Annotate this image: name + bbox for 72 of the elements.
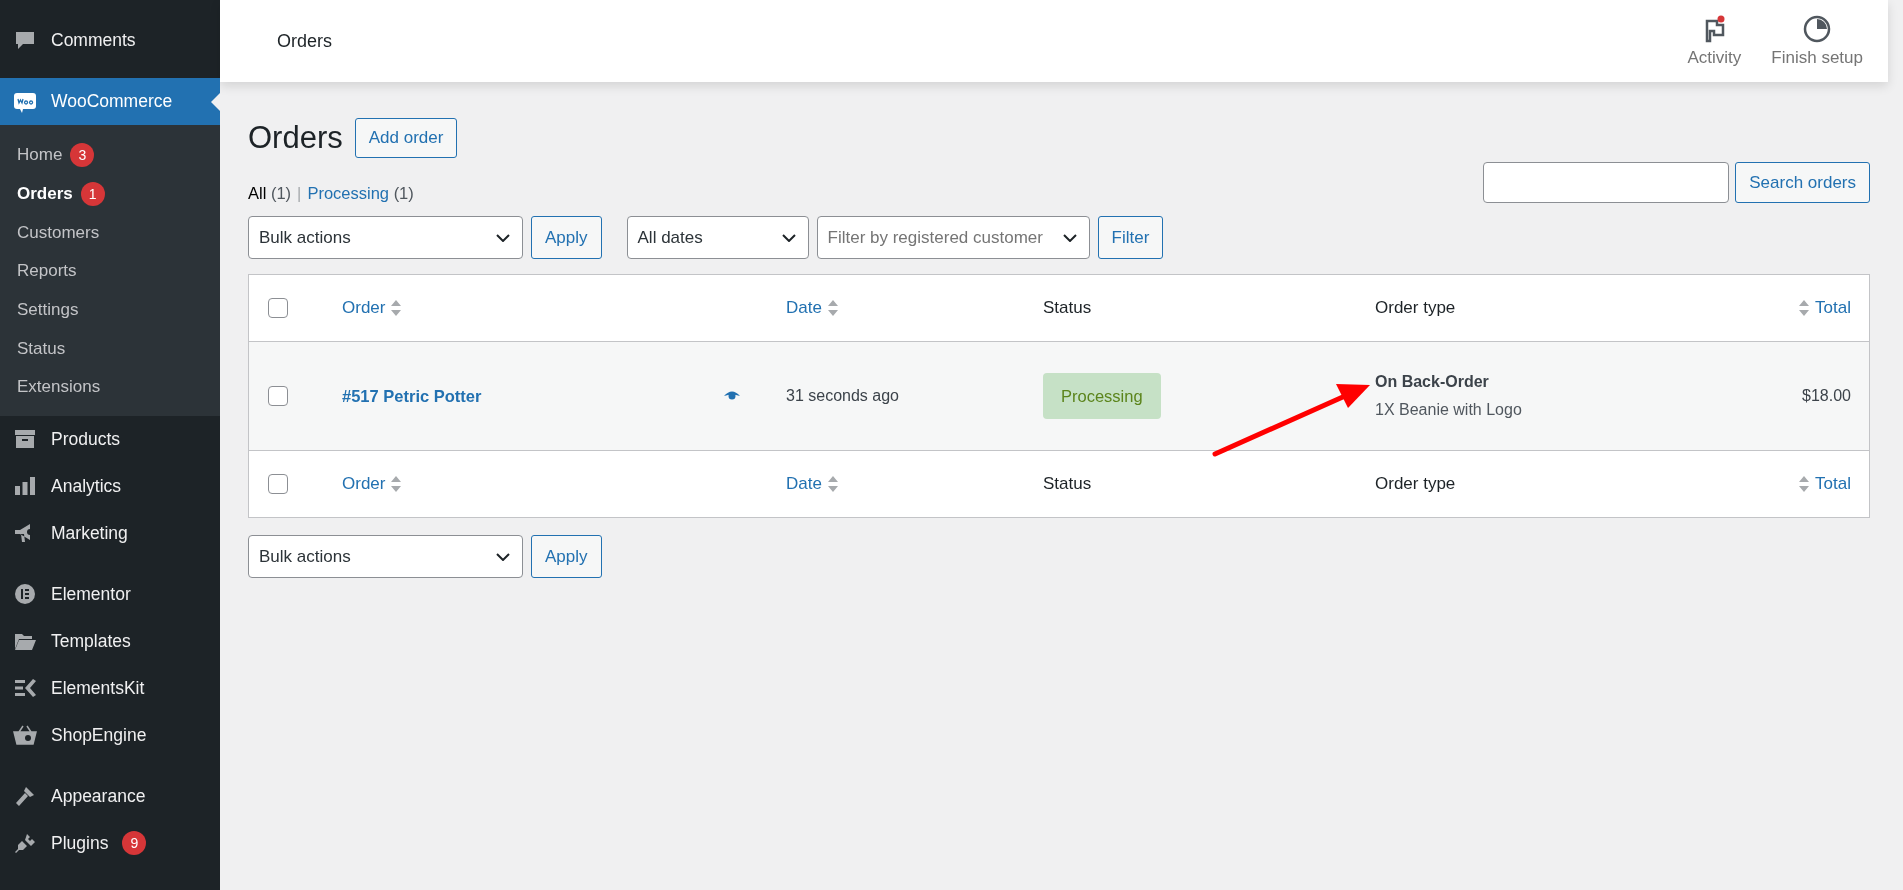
sort-icon xyxy=(827,300,838,316)
header-action[interactable]: Activity xyxy=(1682,14,1747,68)
header-title: Orders xyxy=(277,30,333,52)
chevron-icon xyxy=(1062,233,1077,242)
customer-select[interactable]: Filter by registered customer xyxy=(816,216,1090,259)
sort-icon xyxy=(391,476,402,492)
status-badge: Processing xyxy=(1043,373,1161,419)
submenu-item[interactable]: Orders 1 xyxy=(0,174,220,214)
date-select[interactable]: All dates xyxy=(626,216,809,259)
sort-icon xyxy=(391,300,402,316)
sidebar-item[interactable]: Analytics xyxy=(0,462,220,510)
order-link[interactable]: #517 Petric Potter xyxy=(342,386,482,406)
sidebar-item[interactable]: ElementsKit xyxy=(0,664,220,712)
eye-icon[interactable] xyxy=(723,390,741,402)
bulk-actions-select[interactable]: Bulk actions xyxy=(248,535,523,578)
column-header[interactable]: Date xyxy=(786,298,822,318)
search-field[interactable] xyxy=(1483,162,1730,203)
column-header: Order type xyxy=(1375,474,1456,494)
checkbox[interactable] xyxy=(268,386,288,406)
sort-icon xyxy=(1799,476,1810,492)
checkbox[interactable] xyxy=(268,298,288,318)
count-badge: 1 xyxy=(80,182,105,207)
order-date: 31 seconds ago xyxy=(786,387,899,405)
view-filter-link[interactable]: All (1) xyxy=(248,184,292,203)
view-filter-link[interactable]: Processing (1) xyxy=(307,184,414,203)
column-header: Order type xyxy=(1375,298,1456,318)
column-header[interactable]: Order xyxy=(342,298,386,318)
sidebar-item[interactable]: Comments xyxy=(0,17,220,64)
submenu-item[interactable]: Home 3 xyxy=(0,136,220,175)
submenu-item[interactable]: Reports xyxy=(0,252,220,291)
circle-logo-icon xyxy=(13,582,37,607)
apply-button[interactable]: Apply xyxy=(531,535,602,578)
column-header[interactable]: Total xyxy=(1815,474,1851,494)
filter-button[interactable]: Filter xyxy=(1097,216,1164,259)
submenu-item[interactable]: Status xyxy=(0,329,220,369)
sidebar-item[interactable]: Plugins 9 xyxy=(0,819,220,867)
sidebar-item[interactable]: WooCommerce xyxy=(0,78,220,125)
view-separator: | xyxy=(297,184,302,203)
column-header[interactable]: Total xyxy=(1815,298,1851,318)
order-items: 1X Beanie with Logo xyxy=(1375,401,1522,419)
sort-icon xyxy=(827,476,838,492)
sidebar-item[interactable]: Elementor xyxy=(0,570,220,618)
add-order-button[interactable]: Add order xyxy=(354,118,458,158)
submenu-item[interactable]: Customers xyxy=(0,213,220,253)
header-action[interactable]: Finish setup xyxy=(1766,14,1868,68)
basket-icon xyxy=(13,723,37,748)
chevron-icon xyxy=(496,233,510,242)
count-badge: 3 xyxy=(70,143,95,168)
column-header[interactable]: Order xyxy=(342,474,386,494)
submenu-item[interactable]: Extensions xyxy=(0,368,220,407)
sidebar-item[interactable]: Appearance xyxy=(0,772,220,820)
search-orders-button[interactable]: Search orders xyxy=(1735,162,1870,203)
chevron-icon xyxy=(781,233,796,242)
column-header: Status xyxy=(1043,474,1092,494)
count-badge: 9 xyxy=(122,831,147,856)
order-type: On Back-Order xyxy=(1375,373,1489,391)
checkbox[interactable] xyxy=(268,474,288,494)
column-header[interactable]: Date xyxy=(786,474,822,494)
bulk-actions-select[interactable]: Bulk actions xyxy=(248,216,523,259)
submenu-item[interactable]: Settings xyxy=(0,290,220,330)
page-title: Orders xyxy=(248,120,343,156)
sidebar-item[interactable]: Products xyxy=(0,415,220,463)
plug-icon xyxy=(13,831,37,856)
sidebar-item[interactable]: Marketing xyxy=(0,509,220,557)
sidebar-item[interactable]: Templates xyxy=(0,617,220,665)
sidebar-item[interactable]: ShopEngine xyxy=(0,711,220,759)
order-row[interactable]: #517 Petric Potter 31 seconds ago Processing On Back-Order 1X Beanie with Logo $18.00 xyxy=(249,341,1869,450)
chevron-icon xyxy=(496,552,510,561)
apply-button[interactable]: Apply xyxy=(531,216,602,259)
order-total: $18.00 xyxy=(1802,387,1851,405)
sort-icon xyxy=(1799,300,1810,316)
column-header: Status xyxy=(1043,298,1092,318)
